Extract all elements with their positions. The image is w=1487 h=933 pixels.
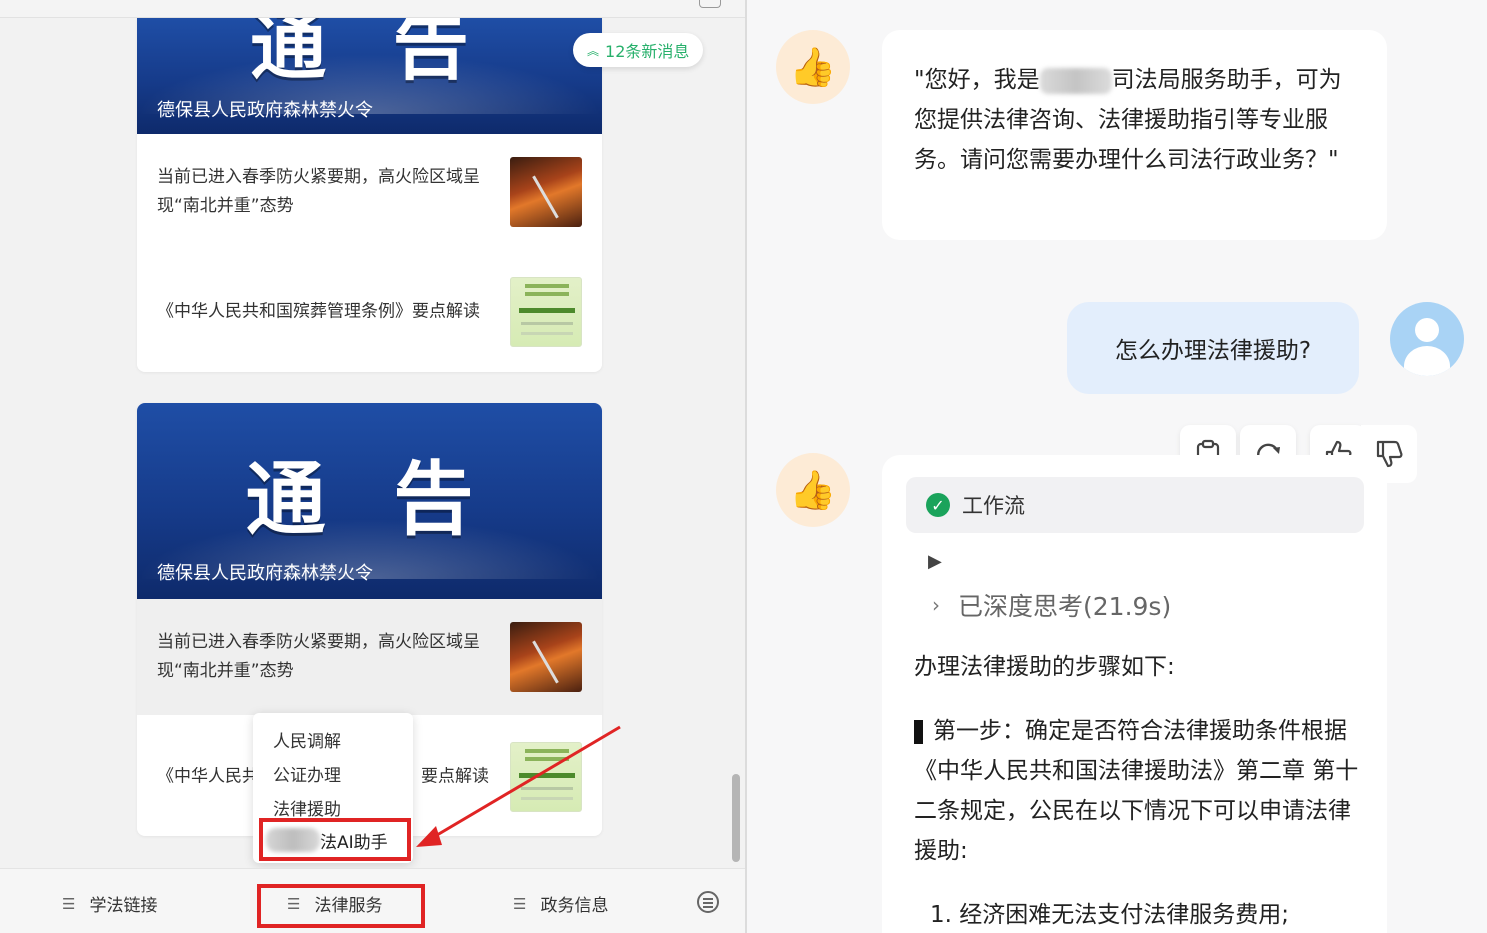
arrow-line bbox=[431, 725, 621, 840]
redacted-name bbox=[1039, 67, 1112, 94]
chevron-right-icon: › bbox=[932, 593, 940, 617]
greeting-text-start: "您好，我是 bbox=[914, 67, 1040, 93]
user-avatar bbox=[1390, 302, 1464, 376]
list-item: 1. 经济困难无法支付法律服务费用; bbox=[930, 902, 1290, 928]
user-message-bubble: 怎么办理法律援助? bbox=[1067, 302, 1359, 394]
bot-greeting-bubble: "您好，我是 司法局服务助手，可为您提供法律咨询、法律援助指引等专业服务。请问您需… bbox=[882, 30, 1387, 240]
heading-bar bbox=[914, 719, 923, 744]
chat-panel: 👍 "您好，我是 司法局服务助手，可为您提供法律咨询、法律援助指引等专业服务。请问… bbox=[747, 0, 1487, 933]
workflow-header[interactable]: ✓ 工作流 bbox=[906, 477, 1364, 533]
thinking-label: 已深度思考(21.9s) bbox=[958, 592, 1172, 621]
check-circle-icon: ✓ bbox=[926, 493, 950, 517]
mini-program-panel: 通 告 德保县人民政府森林禁火令 当前已进入春季防火紧要期，高火险区域呈现“南北… bbox=[0, 0, 745, 933]
thumbs-up-avatar-icon: 👍 bbox=[776, 453, 850, 527]
annotation-arrow bbox=[416, 725, 621, 847]
user-message-text: 怎么办理法律援助? bbox=[1114, 338, 1312, 364]
bot-answer-bubble: ✓ 工作流 ▶ › 已深度思考(21.9s) 办理法律援助的步骤如下: 第一步：… bbox=[882, 455, 1387, 933]
arrow-head bbox=[416, 826, 442, 847]
thumbs-up-avatar-icon: 👍 bbox=[776, 30, 850, 104]
answer-intro: 办理法律援助的步骤如下: bbox=[914, 654, 1175, 680]
deep-thinking-toggle[interactable]: › 已深度思考(21.9s) bbox=[932, 587, 1171, 623]
play-triangle-icon[interactable]: ▶ bbox=[928, 551, 942, 572]
step-one-text: 第一步：确定是否符合法律援助条件根据《中华人民共和国法律援助法》第二章 第十二条… bbox=[914, 718, 1359, 864]
step-one-paragraph: 第一步：确定是否符合法律援助条件根据《中华人民共和国法律援助法》第二章 第十二条… bbox=[914, 711, 1364, 871]
workflow-label: 工作流 bbox=[962, 494, 1025, 518]
